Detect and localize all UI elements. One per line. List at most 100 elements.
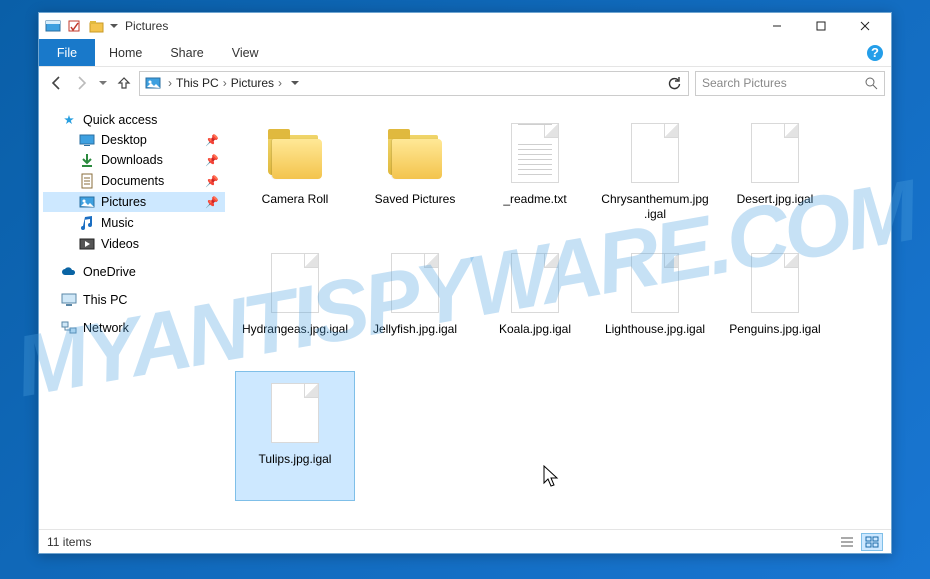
nav-bar: › This PC › Pictures › Search Pictures <box>39 67 891 101</box>
file-item[interactable]: Lighthouse.jpg.igal <box>595 241 715 371</box>
address-bar[interactable]: › This PC › Pictures › <box>139 71 689 96</box>
file-label: Saved Pictures <box>371 190 460 207</box>
file-label: Desert.jpg.igal <box>733 190 818 207</box>
file-label: Lighthouse.jpg.igal <box>601 320 709 337</box>
sidebar-onedrive-label: OneDrive <box>83 265 136 279</box>
star-icon: ★ <box>61 112 77 127</box>
nav-forward-button[interactable] <box>71 72 93 94</box>
title-bar: Pictures <box>39 13 891 39</box>
explorer-icon <box>43 16 63 36</box>
content-area[interactable]: Camera Roll Saved Pictures _readme.txt Chry… <box>229 101 891 529</box>
sidebar-network-label: Network <box>83 321 129 335</box>
body-split: ★ Quick access Desktop📌Downloads📌Documen… <box>39 101 891 529</box>
sidebar-quick-access[interactable]: ★ Quick access <box>43 109 225 130</box>
folder-icon <box>264 116 326 190</box>
sidebar-item-music[interactable]: Music <box>43 212 225 234</box>
file-label: Camera Roll <box>258 190 333 207</box>
sidebar-item-documents[interactable]: Documents📌 <box>43 170 225 192</box>
pin-icon: 📌 <box>205 154 219 167</box>
file-label: Chrysanthemum.jpg.igal <box>596 190 714 222</box>
nav-recent-dropdown[interactable] <box>97 72 109 94</box>
sidebar-thispc[interactable]: This PC <box>43 290 225 310</box>
help-icon[interactable]: ? <box>867 45 883 61</box>
close-button[interactable] <box>843 13 887 39</box>
file-item[interactable]: Camera Roll <box>235 111 355 241</box>
search-box[interactable]: Search Pictures <box>695 71 885 96</box>
sidebar-item-label: Videos <box>101 237 139 251</box>
address-dropdown-icon[interactable] <box>286 79 304 87</box>
sidebar-item-label: Desktop <box>101 133 147 147</box>
pictures-icon <box>79 195 95 209</box>
file-item[interactable]: _readme.txt <box>475 111 595 241</box>
sidebar-network[interactable]: Network <box>43 318 225 338</box>
file-icon <box>624 116 686 190</box>
file-icon <box>264 246 326 320</box>
music-icon <box>79 215 95 231</box>
explorer-window: Pictures File Home Share View ? › This P… <box>38 12 892 554</box>
file-label: _readme.txt <box>499 190 570 207</box>
search-placeholder: Search Pictures <box>702 76 787 90</box>
file-icon <box>744 246 806 320</box>
downloads-icon <box>79 153 95 167</box>
pin-icon: 📌 <box>205 196 219 209</box>
chevron-right-icon[interactable]: › <box>219 76 231 90</box>
chevron-right-icon[interactable]: › <box>274 76 286 90</box>
qat-properties-icon[interactable] <box>65 16 85 36</box>
maximize-button[interactable] <box>799 13 843 39</box>
breadcrumb-pictures[interactable]: Pictures <box>231 76 274 90</box>
qat-dropdown-icon[interactable] <box>109 16 119 36</box>
nav-back-button[interactable] <box>45 72 67 94</box>
file-icon <box>384 246 446 320</box>
tab-share[interactable]: Share <box>156 39 217 66</box>
tab-file[interactable]: File <box>39 39 95 66</box>
file-label: Hydrangeas.jpg.igal <box>238 320 352 337</box>
pictures-location-icon <box>142 76 164 90</box>
sidebar-item-label: Documents <box>101 174 164 188</box>
ribbon-tabs: File Home Share View ? <box>39 39 891 67</box>
sidebar-item-label: Pictures <box>101 195 146 209</box>
sidebar-item-videos[interactable]: Videos <box>43 234 225 254</box>
file-icon <box>504 246 566 320</box>
documents-icon <box>79 173 95 189</box>
status-bar: 11 items <box>39 529 891 553</box>
breadcrumb-thispc[interactable]: This PC <box>176 76 219 90</box>
file-grid: Camera Roll Saved Pictures _readme.txt Chry… <box>235 111 885 501</box>
desktop-icon <box>79 134 95 146</box>
file-item[interactable]: Penguins.jpg.igal <box>715 241 835 371</box>
search-icon <box>865 77 878 90</box>
nav-up-button[interactable] <box>113 72 135 94</box>
tab-home[interactable]: Home <box>95 39 156 66</box>
file-label: Koala.jpg.igal <box>495 320 575 337</box>
file-icon <box>744 116 806 190</box>
file-item[interactable]: Tulips.jpg.igal <box>235 371 355 501</box>
view-details-button[interactable] <box>836 533 858 551</box>
pc-icon <box>61 293 77 307</box>
file-item[interactable]: Saved Pictures <box>355 111 475 241</box>
file-item[interactable]: Hydrangeas.jpg.igal <box>235 241 355 371</box>
qat-newfolder-icon[interactable] <box>87 16 107 36</box>
file-label: Jellyfish.jpg.igal <box>369 320 461 337</box>
view-icons-button[interactable] <box>861 533 883 551</box>
file-item[interactable]: Koala.jpg.igal <box>475 241 595 371</box>
file-icon <box>264 376 326 450</box>
sidebar-item-desktop[interactable]: Desktop 📌 <box>43 130 225 150</box>
sidebar-onedrive[interactable]: OneDrive <box>43 262 225 282</box>
file-icon <box>624 246 686 320</box>
sidebar-item-downloads[interactable]: Downloads📌 <box>43 150 225 170</box>
videos-icon <box>79 238 95 250</box>
sidebar-item-pictures[interactable]: Pictures 📌 <box>43 192 225 212</box>
cloud-icon <box>61 266 77 278</box>
pin-icon: 📌 <box>205 134 219 147</box>
file-icon <box>504 116 566 190</box>
nav-pane: ★ Quick access Desktop📌Downloads📌Documen… <box>39 101 229 529</box>
minimize-button[interactable] <box>755 13 799 39</box>
chevron-right-icon[interactable]: › <box>164 76 176 90</box>
file-item[interactable]: Desert.jpg.igal <box>715 111 835 241</box>
file-label: Penguins.jpg.igal <box>725 320 824 337</box>
file-label: Tulips.jpg.igal <box>255 450 336 467</box>
file-item[interactable]: Chrysanthemum.jpg.igal <box>595 111 715 241</box>
sidebar-quick-access-label: Quick access <box>83 113 157 127</box>
refresh-button[interactable] <box>662 76 686 90</box>
tab-view[interactable]: View <box>218 39 273 66</box>
file-item[interactable]: Jellyfish.jpg.igal <box>355 241 475 371</box>
